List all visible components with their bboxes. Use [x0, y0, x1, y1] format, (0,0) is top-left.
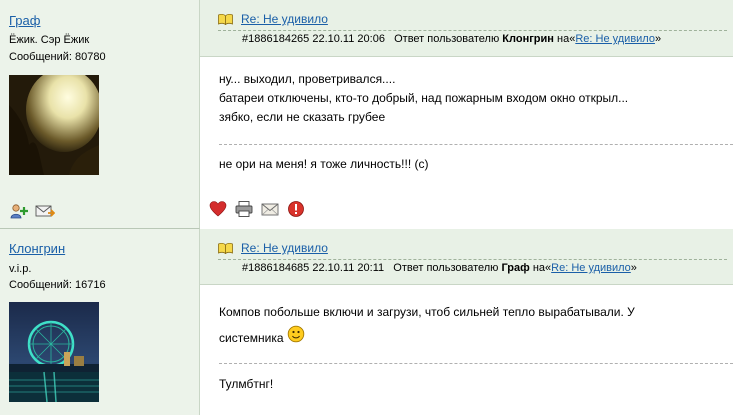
author-post-count: Сообщений: 16716 [9, 279, 106, 291]
reply-ref-link[interactable]: Re: Не удивило [551, 262, 631, 274]
private-message-icon[interactable] [35, 203, 56, 219]
post-1: Граф Ёжик. Сэр Ёжик Сообщений: 80780 Re:… [0, 0, 733, 229]
heart-icon[interactable] [209, 200, 227, 218]
post-content: Re: Не удивило #1886184265 22.10.11 20:0… [200, 0, 733, 229]
quote-close: » [654, 33, 662, 45]
post-body: ну... выходил, проветривался.... батареи… [219, 70, 628, 127]
post-id-date[interactable]: #1886184685 22.10.11 20:11 [242, 262, 384, 274]
post-id-date[interactable]: #1886184265 22.10.11 20:06 [242, 33, 385, 45]
reply-on: на [532, 262, 546, 274]
reply-label: Ответ пользователю [393, 262, 499, 274]
post-title-link[interactable]: Re: Не удивило [241, 241, 328, 255]
post-body-line: системника [219, 325, 635, 351]
post-header: Re: Не удивило #1886184685 22.10.11 20:1… [200, 229, 733, 285]
post-content: Re: Не удивило #1886184685 22.10.11 20:1… [200, 229, 733, 415]
post-body-line: Компов побольше включи и загрузи, чтоб с… [219, 305, 635, 319]
print-icon[interactable] [235, 200, 253, 218]
book-icon [218, 13, 233, 25]
signature-separator [219, 144, 733, 145]
post-body-line: зябко, если не сказать грубее [219, 110, 386, 124]
post-meta: #1886184265 22.10.11 20:06 Ответ пользов… [242, 33, 661, 45]
avatar[interactable] [9, 302, 99, 402]
post-signature: Тулмбтнг! [219, 377, 274, 391]
post-meta: #1886184685 22.10.11 20:11 Ответ пользов… [242, 262, 637, 274]
reply-label: Ответ пользователю [394, 33, 500, 45]
author-panel: Клонгрин v.i.p. Сообщений: 16716 [0, 229, 200, 415]
smiley-icon [287, 325, 305, 343]
reply-user: Клонгрин [502, 33, 554, 45]
avatar[interactable] [9, 75, 99, 175]
reply-ref-link[interactable]: Re: Не удивило [575, 33, 655, 45]
report-icon[interactable] [287, 200, 305, 218]
reply-user: Граф [501, 262, 530, 274]
author-name-link[interactable]: Граф [9, 13, 40, 28]
post-signature: не ори на меня! я тоже личность!!! (с) [219, 157, 429, 171]
post-body-line: батареи отключены, кто-то добрый, над по… [219, 91, 629, 105]
mail-icon[interactable] [261, 200, 279, 218]
signature-separator [219, 363, 733, 364]
post-body: Компов побольше включи и загрузи, чтоб с… [219, 299, 635, 351]
post-title-link[interactable]: Re: Не удивило [241, 12, 328, 26]
add-friend-icon[interactable] [9, 203, 29, 219]
post-header: Re: Не удивило #1886184265 22.10.11 20:0… [200, 0, 733, 57]
post-body-line: ну... выходил, проветривался.... [219, 72, 396, 86]
author-post-count: Сообщений: 80780 [9, 51, 106, 63]
author-panel: Граф Ёжик. Сэр Ёжик Сообщений: 80780 [0, 0, 200, 229]
author-rank: v.i.p. [9, 263, 32, 275]
author-rank: Ёжик. Сэр Ёжик [9, 34, 90, 46]
reply-on: на [557, 33, 570, 45]
post-body-text: системника [219, 331, 284, 345]
quote-close: » [630, 262, 637, 274]
post-2: Клонгрин v.i.p. Сообщений: 16716 Re: Не … [0, 229, 733, 415]
author-name-link[interactable]: Клонгрин [9, 241, 65, 256]
post-actions [209, 200, 305, 218]
book-icon [218, 242, 233, 254]
